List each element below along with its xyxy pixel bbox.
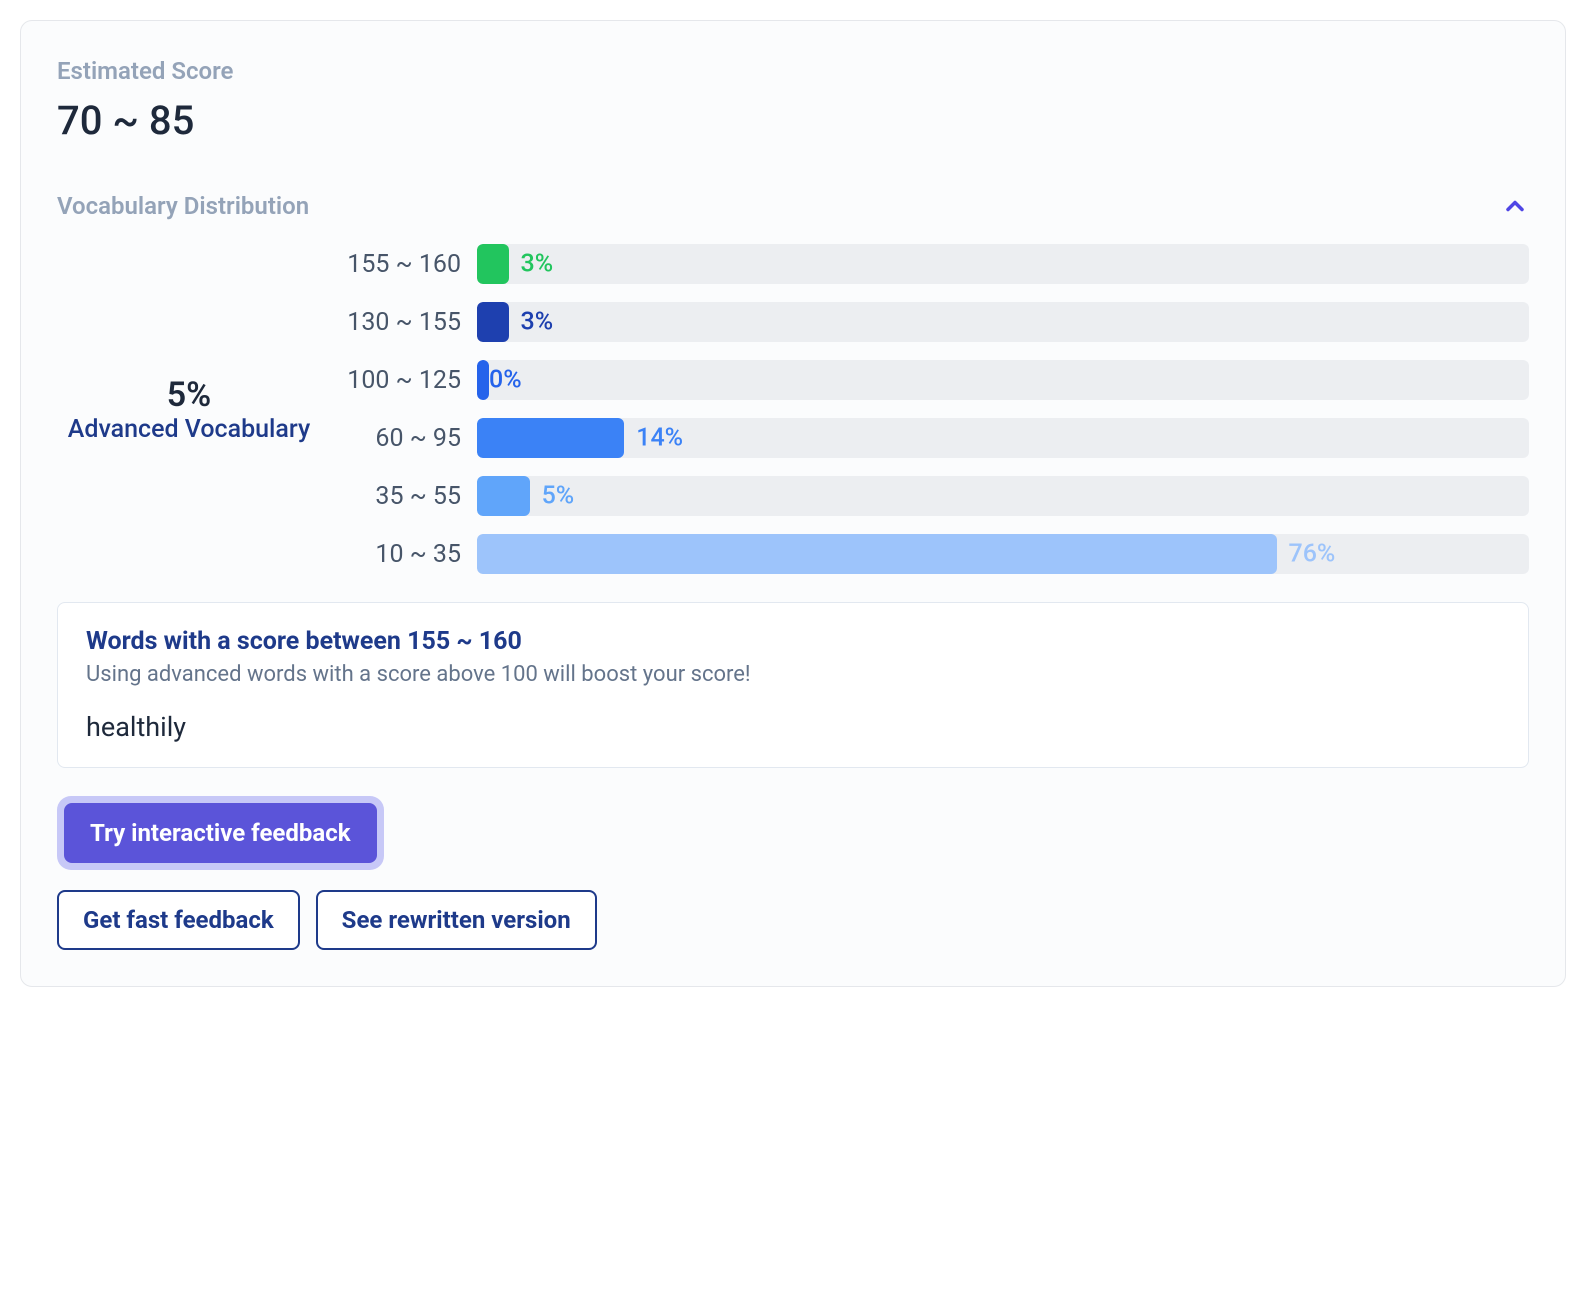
vocab-bar-fill	[477, 244, 509, 284]
get-fast-feedback-button[interactable]: Get fast feedback	[57, 890, 300, 950]
vocab-distribution-header[interactable]: Vocabulary Distribution	[57, 192, 1529, 220]
vocab-bar-range-label: 60 ~ 95	[337, 424, 477, 453]
vocab-bar-track: 5%	[477, 476, 1529, 516]
words-detail-box: Words with a score between 155 ~ 160 Usi…	[57, 602, 1529, 768]
vocab-distribution-body: 5% Advanced Vocabulary 155 ~ 1603%130 ~ …	[57, 244, 1529, 574]
vocab-bar-track: 3%	[477, 302, 1529, 342]
see-rewritten-version-button[interactable]: See rewritten version	[316, 890, 597, 950]
vocab-bar-row[interactable]: 130 ~ 155 3%	[337, 302, 1529, 342]
vocab-bar-range-label: 155 ~ 160	[337, 250, 477, 279]
vocab-bar-fill	[477, 534, 1277, 574]
vocab-bar-range-label: 130 ~ 155	[337, 308, 477, 337]
estimated-score-value: 70 ~ 85	[57, 97, 1529, 144]
vocab-bar-percent-label: 0%	[489, 366, 522, 395]
vocab-bar-percent-label: 3%	[521, 308, 554, 337]
vocab-bar-range-label: 35 ~ 55	[337, 482, 477, 511]
words-list: healthily	[86, 711, 1500, 743]
secondary-button-row: Get fast feedback See rewritten version	[57, 890, 1529, 950]
vocab-bar-track: 0%	[477, 360, 1529, 400]
vocab-bar-track: 76%	[477, 534, 1529, 574]
chevron-up-icon[interactable]	[1501, 192, 1529, 220]
vocab-summary: 5% Advanced Vocabulary	[57, 244, 337, 574]
try-interactive-feedback-button[interactable]: Try interactive feedback	[64, 803, 377, 863]
vocab-distribution-label: Vocabulary Distribution	[57, 192, 309, 220]
vocab-bar-fill	[477, 418, 624, 458]
primary-button-highlight: Try interactive feedback	[57, 796, 384, 870]
vocab-bars-container: 155 ~ 160 3% 130 ~ 155 3% 100 ~ 125 0% 60 ~ 95…	[337, 244, 1529, 574]
words-box-title: Words with a score between 155 ~ 160	[86, 627, 1500, 656]
vocab-bar-fill	[477, 360, 489, 400]
vocab-bar-row[interactable]: 100 ~ 125 0%	[337, 360, 1529, 400]
vocab-bar-range-label: 100 ~ 125	[337, 366, 477, 395]
vocab-bar-row[interactable]: 60 ~ 95 14%	[337, 418, 1529, 458]
vocab-bar-row[interactable]: 35 ~ 55 5%	[337, 476, 1529, 516]
estimated-score-label: Estimated Score	[57, 57, 1529, 85]
advanced-vocab-label: Advanced Vocabulary	[68, 415, 310, 444]
words-box-subtitle: Using advanced words with a score above …	[86, 662, 1500, 687]
vocab-bar-range-label: 10 ~ 35	[337, 540, 477, 569]
vocab-bar-track: 3%	[477, 244, 1529, 284]
advanced-vocab-percent: 5%	[167, 375, 212, 415]
vocab-bar-percent-label: 76%	[1289, 540, 1336, 569]
vocab-bar-row[interactable]: 10 ~ 35 76%	[337, 534, 1529, 574]
vocab-bar-percent-label: 5%	[542, 482, 575, 511]
vocab-bar-fill	[477, 302, 509, 342]
vocab-bar-track: 14%	[477, 418, 1529, 458]
vocab-bar-percent-label: 3%	[521, 250, 554, 279]
score-card: Estimated Score 70 ~ 85 Vocabulary Distr…	[20, 20, 1566, 987]
vocab-bar-percent-label: 14%	[636, 424, 683, 453]
vocab-bar-fill	[477, 476, 530, 516]
vocab-bar-row[interactable]: 155 ~ 160 3%	[337, 244, 1529, 284]
